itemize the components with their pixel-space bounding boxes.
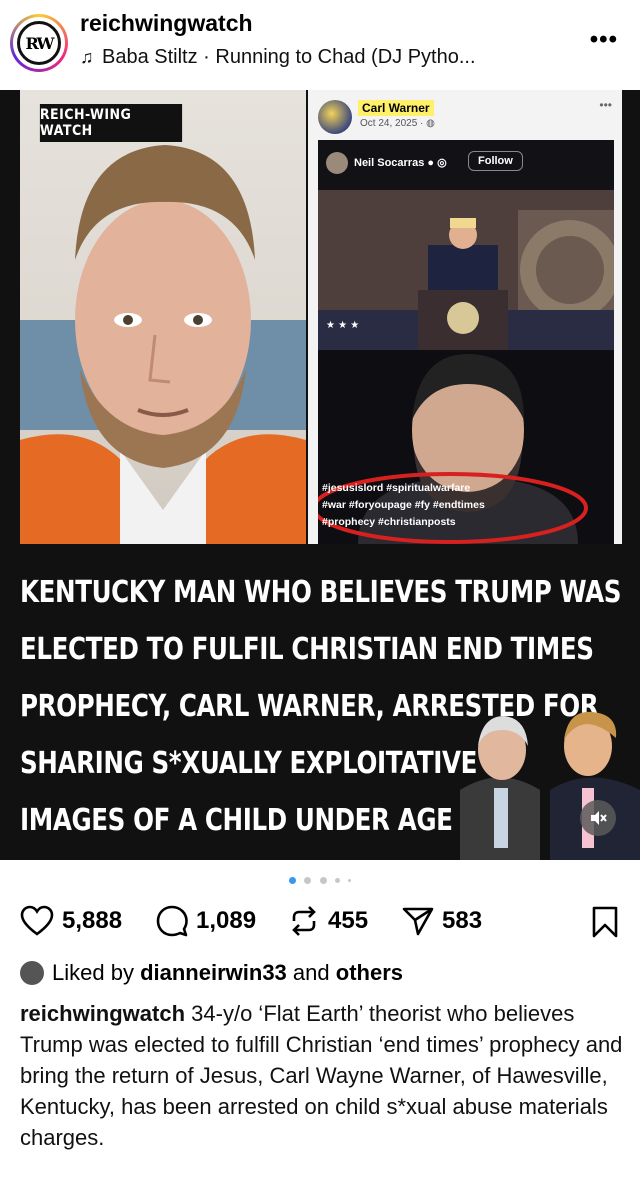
video-author-text: Neil Socarras bbox=[354, 157, 425, 169]
music-link[interactable]: ♫ Baba Stiltz · Running to Chad (DJ Pytho… bbox=[80, 46, 476, 69]
username[interactable]: reichwingwatch bbox=[80, 10, 253, 37]
video-author: Neil Socarras ● ◎ bbox=[354, 156, 447, 169]
save-button[interactable] bbox=[592, 906, 618, 943]
embedded-author: Carl Warner bbox=[358, 100, 434, 116]
headline-line: KENTUCKY MAN WHO BELIEVES TRUMP WAS bbox=[20, 575, 622, 610]
liked-by-user[interactable]: dianneirwin33 bbox=[140, 960, 287, 986]
liked-by-joiner: and bbox=[292, 960, 330, 985]
stage-illustration: ★ ★ ★ bbox=[318, 190, 614, 350]
headline-line: ELECTED TO FULFIL CHRISTIAN END TIMES bbox=[20, 632, 594, 667]
hashtag-line: #jesusislord #spiritualwarfare bbox=[322, 482, 471, 494]
video-avatar bbox=[326, 152, 348, 174]
like-button[interactable]: 5,888 bbox=[20, 898, 122, 944]
avatar[interactable]: RW bbox=[10, 14, 68, 72]
brand-label: REICH-WING WATCH bbox=[39, 104, 183, 142]
comment-button[interactable]: 1,089 bbox=[156, 898, 256, 944]
headline-line: IMAGES OF A CHILD UNDER AGE 12. bbox=[20, 803, 504, 838]
hashtag-line: #war #foryoupage #fy #endtimes bbox=[322, 499, 485, 511]
more-options-icon[interactable]: ••• bbox=[590, 26, 618, 54]
bookmark-icon bbox=[592, 906, 618, 938]
liked-by-prefix: Liked by bbox=[52, 960, 134, 985]
mute-button[interactable] bbox=[580, 800, 616, 836]
video-follow-button: Follow bbox=[468, 151, 523, 171]
like-count: 5,888 bbox=[62, 907, 123, 934]
carousel-dot bbox=[348, 879, 352, 883]
embedded-more-icon: ••• bbox=[599, 98, 612, 112]
headline: KENTUCKY MAN WHO BELIEVES TRUMP WAS ELEC… bbox=[20, 564, 622, 849]
post-caption: reichwingwatch 34-y/o ‘Flat Earth’ theor… bbox=[20, 998, 626, 1153]
liked-by-line[interactable]: Liked by dianneirwin33 and others bbox=[20, 960, 630, 986]
comment-count: 1,089 bbox=[196, 907, 257, 934]
mugshot-illustration bbox=[20, 145, 306, 544]
repost-button[interactable]: 455 bbox=[288, 898, 368, 944]
hashtag-box: #jesusislord #spiritualwarfare #war #for… bbox=[318, 472, 614, 544]
carousel-dot-active bbox=[288, 877, 296, 885]
liker-avatar bbox=[20, 961, 44, 985]
mugshot-photo: REICH-WING WATCH bbox=[20, 90, 306, 544]
threads-icon: ◎ bbox=[437, 157, 447, 169]
globe-icon: ◍ bbox=[426, 118, 435, 129]
carousel-dot bbox=[319, 877, 327, 885]
embedded-video: Neil Socarras ● ◎ Follow ★ ★ ★ #jesusisl… bbox=[318, 140, 614, 544]
music-note-icon: ♫ bbox=[80, 47, 94, 67]
video-header: Neil Socarras ● ◎ Follow bbox=[318, 140, 614, 190]
share-button[interactable]: 583 bbox=[402, 898, 482, 944]
action-bar: 5,888 1,089 455 583 bbox=[20, 898, 620, 944]
post-header: RW reichwingwatch ♫ Baba Stiltz · Running… bbox=[0, 0, 640, 86]
share-count: 583 bbox=[442, 907, 483, 934]
press-stage: ★ ★ ★ bbox=[318, 190, 614, 350]
hashtag-line: #prophecy #christianposts bbox=[322, 516, 456, 528]
send-icon bbox=[402, 907, 434, 936]
verified-icon: ● bbox=[427, 157, 435, 169]
avatar-border: RW bbox=[13, 17, 65, 69]
liked-by-others[interactable]: others bbox=[336, 960, 403, 986]
embedded-post-screenshot: Carl Warner Oct 24, 2025 · ◍ ••• Neil So… bbox=[308, 90, 622, 544]
embedded-avatar bbox=[318, 100, 352, 134]
heart-icon bbox=[20, 905, 54, 936]
caption-username[interactable]: reichwingwatch bbox=[20, 1001, 185, 1026]
headline-line: PROPHECY, CARL WARNER, ARRESTED FOR bbox=[20, 689, 599, 724]
svg-text:★ ★ ★: ★ ★ ★ bbox=[326, 320, 359, 331]
two-men-photo bbox=[460, 711, 640, 860]
carousel-dot bbox=[334, 878, 340, 884]
headline-line: SHARING S*XUALLY EXPLOITATIVE bbox=[20, 746, 478, 781]
music-label: Baba Stiltz · Running to Chad (DJ Pytho.… bbox=[102, 46, 476, 68]
embedded-date: Oct 24, 2025 · ◍ bbox=[360, 118, 435, 129]
comment-icon bbox=[156, 905, 188, 937]
post-media[interactable]: REICH-WING WATCH Carl Warner Oct 24, 202… bbox=[0, 90, 640, 860]
avatar-logo: RW bbox=[17, 21, 61, 65]
carousel-dot bbox=[304, 877, 312, 885]
embedded-date-text: Oct 24, 2025 · bbox=[360, 118, 427, 129]
carousel-indicator bbox=[0, 872, 640, 888]
repost-count: 455 bbox=[328, 907, 369, 934]
volume-muted-icon bbox=[591, 811, 607, 825]
repost-icon bbox=[292, 906, 316, 936]
